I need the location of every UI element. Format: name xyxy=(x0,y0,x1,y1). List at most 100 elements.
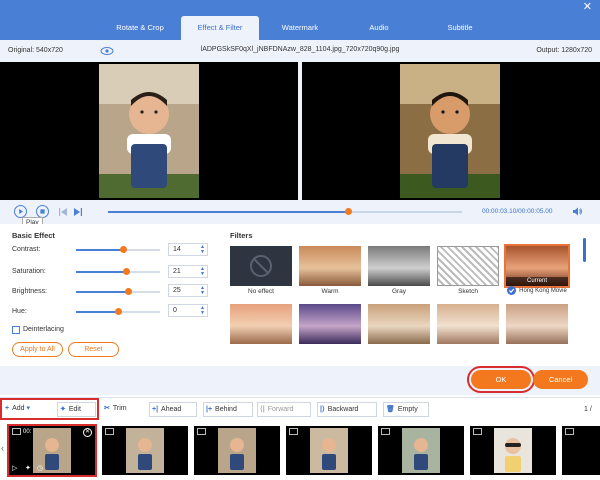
decrement-icon[interactable]: ▼ xyxy=(200,291,205,296)
behind-button[interactable]: |+ Behind xyxy=(203,402,253,417)
filter-warm[interactable] xyxy=(299,246,361,286)
tab-audio[interactable]: Audio xyxy=(340,16,418,40)
decrement-icon[interactable]: ▼ xyxy=(200,250,205,255)
edit-dialog: Rotate & Crop Effect & Filter Watermark … xyxy=(0,0,600,395)
clip-thumbnail xyxy=(126,428,164,473)
tab-bar: Rotate & Crop Effect & Filter Watermark … xyxy=(0,0,600,40)
close-icon[interactable]: ✕ xyxy=(583,2,592,13)
brightness-label: Brightness: xyxy=(12,288,48,295)
dialog-actions: OK Cancel xyxy=(0,366,600,395)
previous-frame-icon[interactable] xyxy=(58,207,68,217)
filter-no-effect[interactable] xyxy=(230,246,292,286)
filter-sketch[interactable] xyxy=(437,246,499,286)
hue-stepper[interactable]: 0 ▲ ▼ xyxy=(168,304,208,317)
forward-button[interactable]: ⟨| Forward xyxy=(257,402,311,417)
clip-thumbnail xyxy=(402,428,440,473)
next-frame-icon[interactable] xyxy=(73,207,83,217)
filter-label: Hong Kong Movie xyxy=(519,288,567,294)
brightness-stepper[interactable]: 25 ▲ ▼ xyxy=(168,284,208,297)
clip-item[interactable] xyxy=(470,426,556,475)
progress-slider[interactable] xyxy=(108,208,462,215)
clip-thumbnail xyxy=(218,428,256,473)
clip-item[interactable] xyxy=(378,426,464,475)
ahead-button[interactable]: +| Ahead xyxy=(149,402,197,417)
saturation-slider[interactable] xyxy=(76,268,160,275)
brightness-slider[interactable] xyxy=(76,288,160,295)
contrast-value: 14 xyxy=(173,246,181,253)
filter-gray[interactable] xyxy=(368,246,430,286)
backward-label: Backward xyxy=(327,406,359,413)
saturation-stepper[interactable]: 21 ▲ ▼ xyxy=(168,265,208,278)
tab-subtitle[interactable]: Subtitle xyxy=(420,16,500,40)
tab-watermark[interactable]: Watermark xyxy=(262,16,338,40)
clip-item[interactable] xyxy=(286,426,372,475)
trim-button[interactable]: ✂ Trim xyxy=(102,402,144,417)
play-icon[interactable]: ▷ xyxy=(12,464,17,472)
saturation-slider-fill xyxy=(76,271,127,273)
image-icon xyxy=(12,428,21,435)
apply-to-all-button[interactable]: Apply to All xyxy=(12,342,63,357)
image-icon xyxy=(565,428,574,435)
current-badge: Current xyxy=(506,277,568,286)
saturation-slider-handle[interactable] xyxy=(122,268,130,275)
progress-handle[interactable] xyxy=(345,208,353,215)
filter-hong-kong-movie[interactable]: Current xyxy=(504,244,570,288)
volume-icon[interactable] xyxy=(572,206,583,217)
clip-thumbnail xyxy=(310,428,348,473)
timecode: 00:00:03.10/00:00:05.00 xyxy=(482,208,553,215)
clip-item-selected[interactable]: 00: ✕ ▷ ✦ ◷ xyxy=(7,424,97,477)
clip-item[interactable] xyxy=(562,426,600,475)
close-icon[interactable]: ✕ xyxy=(83,428,92,437)
basic-effect-title: Basic Effect xyxy=(12,231,55,240)
filter-thumbnail[interactable] xyxy=(368,304,430,344)
filter-thumbnail[interactable] xyxy=(506,304,568,344)
output-photo xyxy=(400,64,500,198)
scissors-icon: ✂ xyxy=(104,405,110,412)
deinterlacing-label: Deinterlacing xyxy=(23,326,64,333)
scroll-left-icon[interactable]: ‹ xyxy=(1,443,4,453)
filter-label: No effect xyxy=(248,288,274,295)
preview-info-bar: Original: 540x720 lADPGSkSF0qXl_jNBFDNAz… xyxy=(0,40,600,62)
forward-label: Forward xyxy=(267,406,294,413)
trim-label: Trim xyxy=(112,405,127,412)
filter-thumbnail[interactable] xyxy=(437,304,499,344)
file-name: lADPGSkSF0qXl_jNBFDNAzw_828_1104.jpg_720… xyxy=(200,46,400,53)
backward-icon: |⟩ xyxy=(320,406,325,413)
reset-button[interactable]: Reset xyxy=(68,342,119,357)
hue-slider-handle[interactable] xyxy=(114,308,122,315)
brightness-slider-handle[interactable] xyxy=(124,288,132,295)
backward-button[interactable]: |⟩ Backward xyxy=(317,402,377,417)
output-size-label: Output: 1280x720 xyxy=(536,47,592,54)
clip-thumbnail xyxy=(494,428,532,473)
page-count: 1 / xyxy=(584,406,592,413)
effect-icon[interactable]: ✦ xyxy=(25,464,31,472)
clip-item[interactable] xyxy=(194,426,280,475)
hue-value: 0 xyxy=(173,307,177,314)
clock-icon[interactable]: ◷ xyxy=(37,464,43,472)
progress-fill xyxy=(108,211,349,213)
empty-button[interactable]: 🗑 Empty xyxy=(383,402,429,417)
contrast-slider[interactable] xyxy=(76,246,160,253)
contrast-slider-handle[interactable] xyxy=(120,246,128,253)
cancel-button[interactable]: Cancel xyxy=(533,370,588,389)
saturation-label: Saturation: xyxy=(12,268,46,275)
decrement-icon[interactable]: ▼ xyxy=(200,311,205,316)
contrast-stepper[interactable]: 14 ▲ ▼ xyxy=(168,243,208,256)
image-icon xyxy=(381,428,390,435)
brightness-slider-fill xyxy=(76,291,129,293)
filters-scrollbar[interactable] xyxy=(583,238,586,262)
hue-label: Hue: xyxy=(12,308,27,315)
tab-rotate-crop[interactable]: Rotate & Crop xyxy=(98,16,182,40)
decrement-icon[interactable]: ▼ xyxy=(200,272,205,277)
brightness-value: 25 xyxy=(173,287,181,294)
clip-item[interactable] xyxy=(102,426,188,475)
no-effect-icon xyxy=(250,255,272,277)
filter-thumbnail[interactable] xyxy=(299,304,361,344)
hue-slider[interactable] xyxy=(76,308,160,315)
deinterlacing-checkbox[interactable] xyxy=(12,326,20,334)
tab-effect-filter[interactable]: Effect & Filter xyxy=(181,16,259,40)
original-photo xyxy=(99,64,199,198)
ok-button[interactable]: OK xyxy=(467,366,535,393)
filter-thumbnail[interactable] xyxy=(230,304,292,344)
trash-icon: 🗑 xyxy=(386,406,395,413)
